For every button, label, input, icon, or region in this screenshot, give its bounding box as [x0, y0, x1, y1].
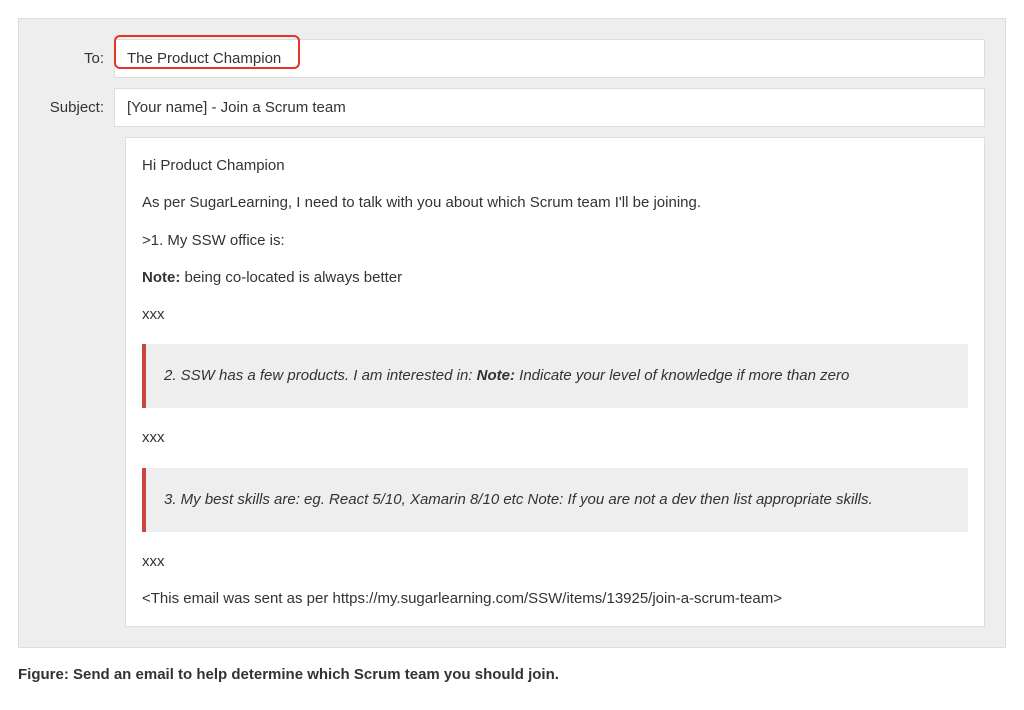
to-value: The Product Champion: [127, 50, 281, 67]
subject-row: Subject: [Your name] - Join a Scrum team: [19, 88, 1005, 127]
quote-1-main: 2. SSW has a few products. I am interest…: [164, 367, 477, 384]
quote-1-note-text: Indicate your level of knowledge if more…: [515, 367, 849, 384]
intro-line: As per SugarLearning, I need to talk wit…: [142, 191, 968, 214]
subject-label: Subject:: [19, 99, 114, 116]
quote-2-text: 3. My best skills are: eg. React 5/10, X…: [164, 491, 873, 508]
note-1-text: being co-located is always better: [180, 269, 402, 286]
placeholder-1: xxx: [142, 303, 968, 326]
line-1: >1. My SSW office is:: [142, 229, 968, 252]
email-container: To: The Product Champion Subject: [Your …: [18, 18, 1006, 648]
figure-caption: Figure: Send an email to help determine …: [18, 666, 1006, 683]
quote-1-note-label: Note:: [477, 367, 515, 384]
note-label: Note:: [142, 269, 180, 286]
placeholder-2: xxx: [142, 426, 968, 449]
note-1: Note: being co-located is always better: [142, 266, 968, 289]
footer-line: <This email was sent as per https://my.s…: [142, 587, 968, 610]
greeting: Hi Product Champion: [142, 154, 968, 177]
to-label: To:: [19, 50, 114, 67]
to-row: To: The Product Champion: [19, 39, 1005, 78]
subject-value: [Your name] - Join a Scrum team: [127, 99, 346, 116]
to-field[interactable]: The Product Champion: [114, 39, 985, 78]
quote-2: 3. My best skills are: eg. React 5/10, X…: [142, 468, 968, 532]
subject-field[interactable]: [Your name] - Join a Scrum team: [114, 88, 985, 127]
email-body[interactable]: Hi Product Champion As per SugarLearning…: [125, 137, 985, 627]
quote-1: 2. SSW has a few products. I am interest…: [142, 344, 968, 408]
placeholder-3: xxx: [142, 550, 968, 573]
